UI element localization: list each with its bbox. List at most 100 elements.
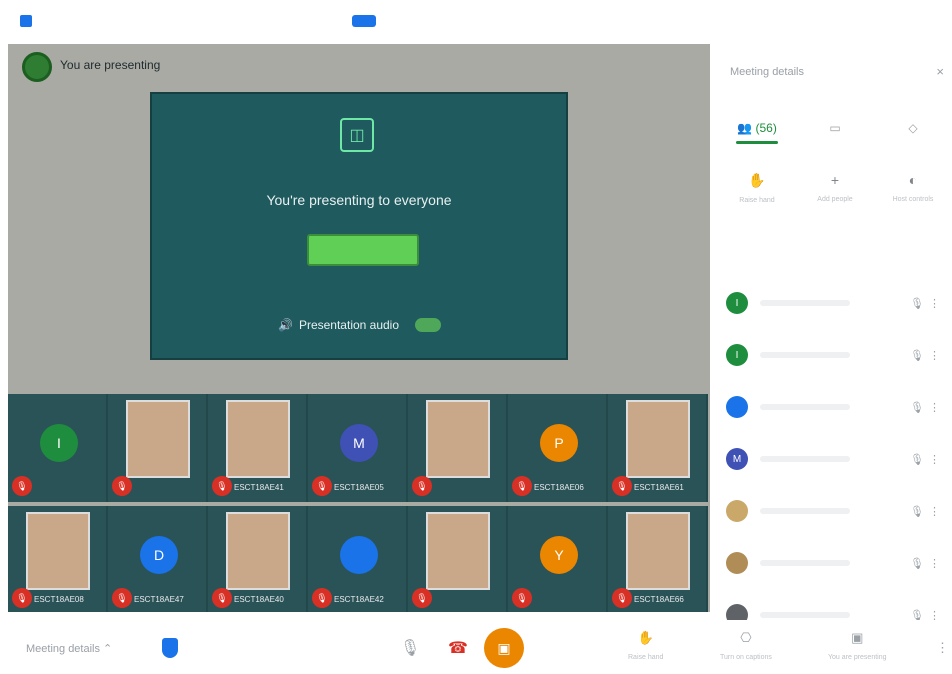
muted-mic-icon: 🎙 bbox=[612, 476, 632, 496]
participant-tile[interactable]: 🎙 bbox=[408, 394, 508, 502]
microphone-icon[interactable]: 🎙 bbox=[910, 453, 924, 466]
participant-name-placeholder bbox=[760, 612, 850, 618]
participant-list-item[interactable]: 🎙 ⋮ bbox=[726, 548, 946, 578]
muted-mic-icon: 🎙 bbox=[112, 588, 132, 608]
participant-list-item[interactable]: 🎙 ⋮ bbox=[726, 496, 946, 526]
participant-tile[interactable]: 🎙 bbox=[408, 506, 508, 612]
participant-video bbox=[26, 512, 90, 590]
panel-action-label: Raise hand bbox=[739, 197, 775, 204]
chat-icon: ▭ bbox=[829, 121, 841, 135]
toolbar-button[interactable]: ▣ You are presenting bbox=[828, 630, 887, 661]
panel-action-label: Host controls bbox=[892, 196, 934, 203]
tab-chat[interactable]: ▭ bbox=[796, 112, 874, 144]
muted-mic-icon: 🎙 bbox=[12, 476, 32, 496]
participant-list-item[interactable]: I 🎙 ⋮ bbox=[726, 340, 946, 370]
participant-tile[interactable]: 🎙 ESCT18AE66 bbox=[608, 506, 708, 612]
muted-mic-icon: 🎙 bbox=[12, 588, 32, 608]
notification-action-button[interactable] bbox=[352, 15, 376, 27]
panel-action-button[interactable]: ✋ Raise hand bbox=[718, 172, 796, 216]
participant-video bbox=[426, 512, 490, 590]
presentation-stage: You are presenting ◫ You're presenting t… bbox=[8, 44, 710, 612]
microphone-icon[interactable]: 🎙 bbox=[910, 349, 924, 362]
more-options-icon[interactable]: ⋮ bbox=[929, 297, 940, 310]
present-now-icon: ▣ bbox=[851, 630, 864, 645]
toolbar-button[interactable]: ⎔ Turn on captions bbox=[720, 630, 772, 661]
participant-name: ESCT18AE08 bbox=[34, 595, 84, 604]
participant-avatar: M bbox=[340, 424, 378, 462]
participant-name: ESCT18AE41 bbox=[234, 483, 284, 492]
participant-name-placeholder bbox=[760, 300, 850, 306]
participant-name-placeholder bbox=[760, 560, 850, 566]
more-options-icon[interactable]: ⋮ bbox=[929, 453, 940, 466]
participant-tile[interactable]: I 🎙 bbox=[8, 394, 108, 502]
participant-name: ESCT18AE61 bbox=[634, 483, 684, 492]
microphone-icon[interactable]: 🎙 bbox=[910, 297, 924, 310]
toolbar-button[interactable]: ✋ Raise hand bbox=[628, 630, 663, 661]
audio-icon: 🔊 bbox=[278, 318, 293, 332]
participant-avatar bbox=[726, 552, 748, 574]
participant-avatar bbox=[726, 396, 748, 418]
participant-avatar: Y bbox=[540, 536, 578, 574]
stop-presenting-button[interactable] bbox=[307, 234, 419, 266]
muted-mic-icon: 🎙 bbox=[312, 476, 332, 496]
muted-mic-icon: 🎙 bbox=[612, 588, 632, 608]
more-options-icon[interactable]: ⋮ bbox=[929, 505, 940, 518]
panel-actions: ✋ Raise hand + Add people ◐ Host controls bbox=[718, 172, 952, 216]
participant-tile[interactable]: P 🎙 ESCT18AE06 bbox=[508, 394, 608, 502]
tab-activities[interactable]: ◇ bbox=[874, 112, 952, 144]
presentation-audio-row: 🔊 Presentation audio bbox=[278, 318, 442, 332]
camera-off-button[interactable]: ▣ bbox=[484, 628, 524, 668]
toolbar-button-label: Raise hand bbox=[628, 654, 664, 661]
muted-mic-icon: 🎙 bbox=[512, 476, 532, 496]
audio-toggle[interactable] bbox=[415, 318, 442, 332]
participant-avatar: I bbox=[726, 292, 748, 314]
participant-avatar: I bbox=[726, 344, 748, 366]
people-count: (56) bbox=[755, 121, 777, 135]
participant-list-item[interactable]: 🎙 ⋮ bbox=[726, 392, 946, 422]
panel-tabs: 👥 (56) ▭ ◇ bbox=[718, 112, 952, 144]
participant-list-item[interactable]: I 🎙 ⋮ bbox=[726, 288, 946, 318]
microphone-icon[interactable]: 🎙 bbox=[400, 638, 420, 658]
toolbar-button-label: Turn on captions bbox=[720, 654, 772, 661]
participant-tile[interactable]: 🎙 ESCT18AE61 bbox=[608, 394, 708, 502]
close-icon[interactable]: × bbox=[936, 64, 944, 79]
more-options-icon[interactable]: ⋮ bbox=[929, 557, 940, 570]
participant-video bbox=[226, 512, 290, 590]
participant-video bbox=[426, 400, 490, 478]
participant-tile[interactable]: M 🎙 ESCT18AE05 bbox=[308, 394, 408, 502]
participant-tile[interactable]: 🎙 bbox=[108, 394, 208, 502]
participant-tile[interactable]: 🎙 ESCT18AE42 bbox=[308, 506, 408, 612]
panel-action-button[interactable]: + Add people bbox=[796, 172, 874, 216]
participant-name: ESCT18AE66 bbox=[634, 595, 684, 604]
participant-video bbox=[626, 512, 690, 590]
participant-video bbox=[126, 400, 190, 478]
microphone-icon[interactable]: 🎙 bbox=[910, 557, 924, 570]
tab-people[interactable]: 👥 (56) bbox=[718, 112, 796, 144]
meeting-details-button[interactable]: Meeting details ⌃ bbox=[26, 642, 112, 655]
microphone-icon[interactable]: 🎙 bbox=[910, 505, 924, 518]
participant-row: I 🎙 🎙 🎙 ESCT18AE41 M 🎙 ESCT18AE05 🎙 P 🎙 ESCT18AE06 🎙… bbox=[8, 394, 710, 502]
participant-tile[interactable]: 🎙 ESCT18AE08 bbox=[8, 506, 108, 612]
add-person-icon: + bbox=[830, 172, 840, 188]
presenting-heading: You're presenting to everyone bbox=[266, 192, 452, 208]
participant-video bbox=[226, 400, 290, 478]
side-panel: Meeting details × 👥 (56) ▭ ◇ ✋ Raise hand… bbox=[718, 44, 952, 626]
muted-mic-icon: 🎙 bbox=[412, 476, 432, 496]
participant-tile[interactable]: D 🎙 ESCT18AE47 bbox=[108, 506, 208, 612]
hang-up-icon[interactable]: ☎ bbox=[448, 638, 468, 658]
more-options-icon[interactable]: ⋮ bbox=[936, 640, 949, 656]
more-options-icon[interactable]: ⋮ bbox=[929, 349, 940, 362]
toolbar-button-label: You are presenting bbox=[828, 654, 887, 661]
participant-name: ESCT18AE05 bbox=[334, 483, 384, 492]
participant-tile[interactable]: 🎙 ESCT18AE41 bbox=[208, 394, 308, 502]
more-options-icon[interactable]: ⋮ bbox=[929, 401, 940, 414]
microphone-icon[interactable]: 🎙 bbox=[910, 401, 924, 414]
shield-icon[interactable] bbox=[162, 638, 178, 658]
participant-tile[interactable]: Y 🎙 bbox=[508, 506, 608, 612]
participant-list-item[interactable]: M 🎙 ⋮ bbox=[726, 444, 946, 474]
panel-action-button[interactable]: ◐ Host controls bbox=[874, 172, 952, 216]
present-screen-icon: ◫ bbox=[340, 118, 374, 152]
participant-tile[interactable]: 🎙 ESCT18AE40 bbox=[208, 506, 308, 612]
muted-mic-icon: 🎙 bbox=[212, 476, 232, 496]
presenter-avatar bbox=[22, 52, 52, 82]
